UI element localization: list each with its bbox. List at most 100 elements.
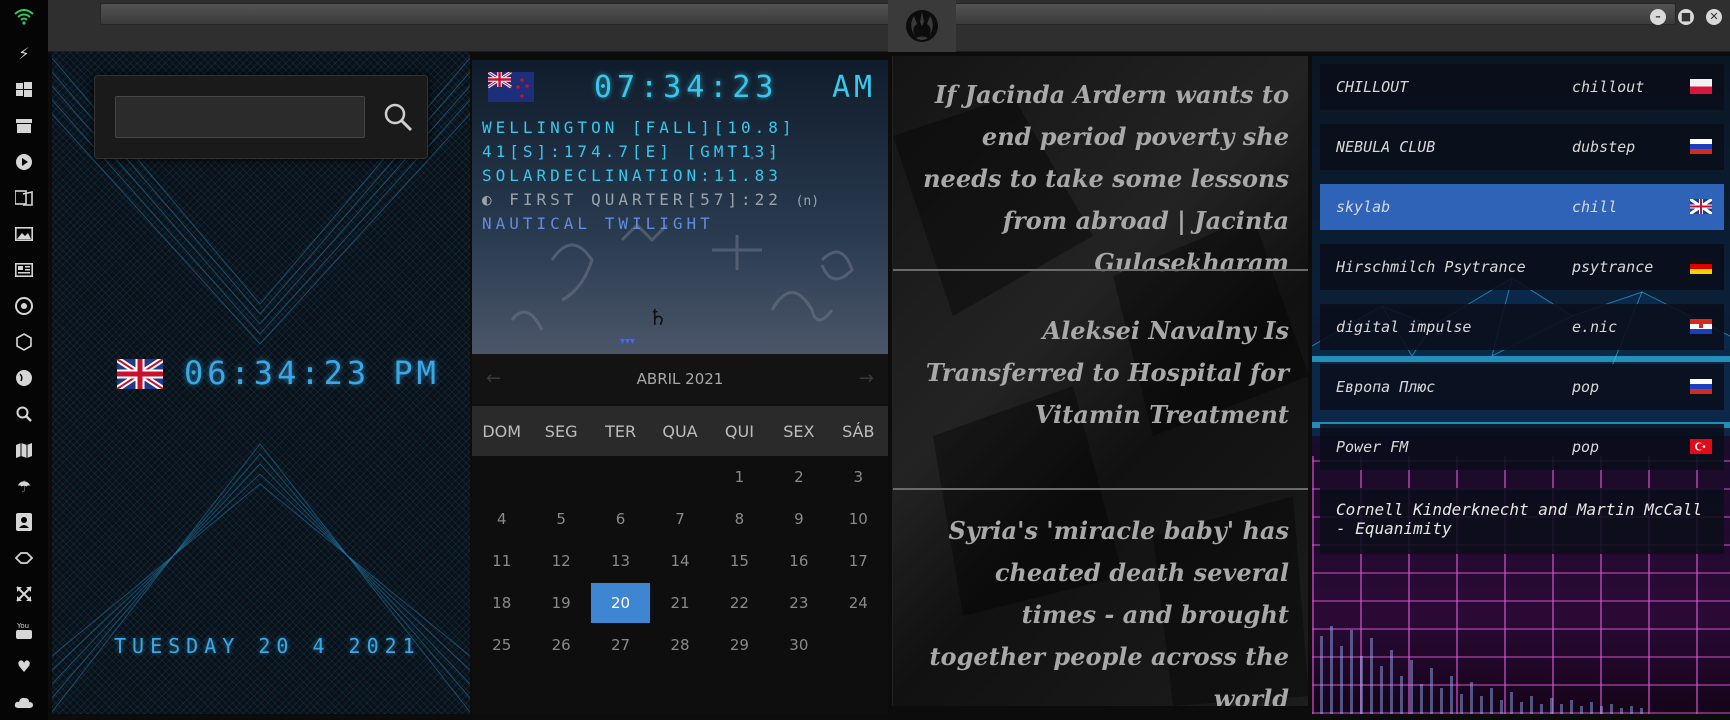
calendar-day[interactable]: 13: [591, 540, 650, 582]
rebel-alliance-logo[interactable]: [888, 0, 956, 52]
lightning-icon[interactable]: ⚡: [13, 42, 35, 64]
calendar-day[interactable]: 23: [769, 582, 828, 624]
expand-icon[interactable]: [13, 583, 35, 605]
world-clock-panel: 06:34:23 PM TUESDAY 20 4 2021: [52, 52, 470, 714]
moon-phase-suffix: (n): [795, 194, 820, 209]
calendar-day[interactable]: [591, 456, 650, 498]
calendar-day[interactable]: 21: [650, 582, 709, 624]
globe-icon[interactable]: [13, 367, 35, 389]
calendar-day[interactable]: 15: [710, 540, 769, 582]
calendar-day[interactable]: 19: [531, 582, 590, 624]
contacts-icon[interactable]: [13, 511, 35, 533]
umbrella-icon[interactable]: ☂: [13, 475, 35, 497]
heart-icon[interactable]: ♥: [13, 655, 35, 677]
calendar-day[interactable]: 1: [710, 456, 769, 498]
weekday-label: SEX: [783, 421, 815, 441]
station-name: digital impulse: [1336, 318, 1472, 336]
nz-flag-icon: [488, 72, 534, 102]
calendar-day[interactable]: 16: [769, 540, 828, 582]
station-genre: dubstep: [1572, 138, 1636, 156]
calendar-day[interactable]: 4: [472, 498, 531, 540]
translate-icon[interactable]: [13, 187, 35, 209]
archive-icon[interactable]: [13, 115, 35, 137]
calendar-day[interactable]: 18: [472, 582, 531, 624]
turkey-flag-icon: [1690, 439, 1712, 454]
image-icon[interactable]: [13, 223, 35, 245]
station-genre: pop: [1572, 438, 1600, 456]
map-icon[interactable]: [13, 439, 35, 461]
germany-flag-icon: [1690, 259, 1712, 274]
station-genre: pop: [1572, 378, 1600, 396]
radio-station-row[interactable]: CHILLOUT chillout: [1320, 64, 1724, 110]
calendar-day[interactable]: [829, 624, 888, 666]
radio-station-row[interactable]: Hirschmilch Psytrance psytrance: [1320, 244, 1724, 290]
weekday-label: SEG: [544, 421, 578, 441]
poland-flag-icon: [1690, 79, 1712, 94]
calendar-day-today[interactable]: 20: [590, 583, 651, 623]
station-name: NEBULA CLUB: [1336, 138, 1436, 156]
radio-station-row[interactable]: Европа Плюс pop: [1320, 364, 1724, 410]
calendar-day[interactable]: 24: [829, 582, 888, 624]
play-icon[interactable]: [13, 151, 35, 173]
youtube-icon[interactable]: You: [13, 619, 35, 641]
russia-flag-icon: [1690, 379, 1712, 394]
calendar-day[interactable]: [650, 456, 709, 498]
radio-station-row-selected[interactable]: skylab chill: [1320, 184, 1724, 230]
magnifier-icon: [384, 103, 413, 132]
close-button[interactable]: ✕: [1706, 9, 1722, 25]
news-item[interactable]: If Jacinda Ardern wants to end period po…: [893, 74, 1308, 284]
wifi-icon[interactable]: [13, 6, 35, 28]
calendar-day[interactable]: 14: [650, 540, 709, 582]
cloud-icon[interactable]: [13, 691, 35, 713]
calendar-day[interactable]: [531, 456, 590, 498]
calendar-day[interactable]: [472, 456, 531, 498]
news-item[interactable]: Syria's 'miracle baby' has cheated death…: [893, 510, 1308, 706]
calendar-day[interactable]: 7: [650, 498, 709, 540]
next-month-button[interactable]: →: [859, 368, 874, 389]
calendar-day[interactable]: 12: [531, 540, 590, 582]
windows-icon[interactable]: [13, 79, 35, 101]
calendar-day[interactable]: 11: [472, 540, 531, 582]
calendar-day[interactable]: 8: [710, 498, 769, 540]
station-name: skylab: [1336, 198, 1391, 216]
calendar-day[interactable]: 3: [829, 456, 888, 498]
search-input[interactable]: [115, 96, 365, 138]
maximize-button[interactable]: ■: [1678, 9, 1694, 25]
minimize-button[interactable]: –: [1650, 9, 1666, 25]
calendar-day[interactable]: 27: [591, 624, 650, 666]
calendar-day[interactable]: 22: [710, 582, 769, 624]
calendar-day[interactable]: 9: [769, 498, 828, 540]
moon-icon: ◐: [482, 190, 496, 209]
now-playing: Cornell Kinderknecht and Martin McCall -…: [1320, 488, 1724, 554]
hexagon-icon[interactable]: [13, 331, 35, 353]
calendar-day[interactable]: 10: [829, 498, 888, 540]
calendar-day[interactable]: 26: [531, 624, 590, 666]
news-item[interactable]: Aleksei Navalny Is Transferred to Hospit…: [893, 310, 1308, 436]
station-genre: e.nic: [1572, 318, 1618, 336]
radio-station-row[interactable]: digital impulse e.nic: [1320, 304, 1724, 350]
tag-icon[interactable]: [13, 547, 35, 569]
weekday-label: TER: [605, 421, 637, 441]
top-bar: – ■ ✕: [48, 0, 1730, 52]
calendar-day[interactable]: 6: [591, 498, 650, 540]
calendar-month: ABRIL 2021: [636, 370, 724, 388]
radio-station-list: CHILLOUT chillout NEBULA CLUB dubstep sk…: [1312, 56, 1730, 714]
search-button[interactable]: [381, 100, 415, 134]
calendar-day[interactable]: 29: [710, 624, 769, 666]
news-icon[interactable]: [13, 259, 35, 281]
search-box: [94, 75, 428, 159]
calendar-day[interactable]: 28: [650, 624, 709, 666]
calendar-day[interactable]: 5: [531, 498, 590, 540]
radio-station-row[interactable]: NEBULA CLUB dubstep: [1320, 124, 1724, 170]
settings-icon[interactable]: [13, 295, 35, 317]
calendar-day[interactable]: 25: [472, 624, 531, 666]
nz-info-panel: 07:34:23 AM WELLINGTON [FALL][10.8] 41[S…: [472, 60, 888, 354]
calendar-day[interactable]: 17: [829, 540, 888, 582]
calendar-day[interactable]: 30: [769, 624, 828, 666]
nz-coordinates: 41[S]:174.7[E] [GMT13]: [482, 142, 782, 161]
search-icon[interactable]: [13, 403, 35, 425]
calendar-day[interactable]: 2: [769, 456, 828, 498]
news-divider: [893, 269, 1308, 271]
radio-station-row[interactable]: Power FM pop: [1320, 424, 1724, 470]
prev-month-button[interactable]: ←: [486, 368, 501, 389]
